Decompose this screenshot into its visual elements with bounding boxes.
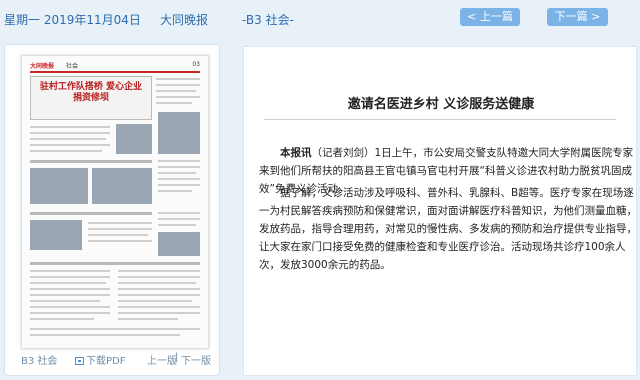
thumbnail-masthead: 大同晚报 社会 03	[30, 61, 200, 73]
thumbnail-text-line	[156, 78, 200, 80]
thumbnail-text-line	[30, 300, 100, 302]
title-divider	[264, 119, 616, 120]
prev-article-button[interactable]: < 上一篇	[460, 8, 520, 26]
page-tools: B3 社会 下载PDF 上一版 | 下一版	[5, 350, 221, 368]
top-bar: 星期一 2019年11月04日 大同晚报 -B3 社会- < 上一篇 下一篇 >	[0, 0, 640, 36]
article-lead: 本报讯	[280, 146, 312, 159]
thumbnail-text-line	[30, 132, 110, 134]
article-paragraph-2: 据了解，义诊活动涉及呼吸科、普外科、乳腺科、B超等。医疗专家在现场逐一为村民解答…	[259, 186, 637, 271]
thumbnail-photo	[30, 220, 82, 250]
thumbnail-page-number: 03	[192, 61, 200, 68]
thumbnail-photo	[30, 168, 88, 204]
thumbnail-text-line	[158, 218, 200, 220]
pdf-icon	[75, 357, 84, 365]
thumbnail-headline: 驻村工作队搭桥 爱心企业捐资修坝	[39, 82, 143, 103]
thumbnail-text-line	[88, 240, 152, 242]
thumbnail-text-line	[118, 288, 200, 290]
thumbnail-text-line	[118, 276, 200, 278]
thumbnail-text-line	[118, 318, 178, 320]
article-panel: 邀请名医进乡村 义诊服务送健康 本报讯（记者刘剑）1日上午，市公安局交警支队特邀…	[243, 46, 637, 376]
thumbnail-text-line	[158, 184, 200, 186]
thumbnail-text-line	[30, 138, 106, 140]
current-page-label: B3 社会	[21, 356, 58, 367]
thumbnail-text-line	[158, 212, 200, 214]
thumbnail-section: 社会	[66, 63, 79, 70]
thumbnail-text-line	[30, 318, 94, 320]
thumbnail-text-line	[88, 222, 152, 224]
thumbnail-subheading	[30, 212, 152, 215]
thumbnail-text-line	[30, 294, 110, 296]
article-title: 邀请名医进乡村 义诊服务送健康	[347, 97, 535, 112]
prev-page-link[interactable]: 上一版	[147, 352, 177, 367]
thumbnail-text-line	[30, 150, 102, 152]
next-article-button[interactable]: 下一篇 >	[547, 8, 608, 26]
thumbnail-text-line	[30, 334, 180, 336]
thumbnail-text-line	[30, 126, 110, 128]
thumbnail-photo	[92, 168, 152, 204]
thumbnail-text-line	[158, 178, 200, 180]
thumbnail-text-line	[158, 190, 192, 192]
thumbnail-photo	[158, 112, 200, 154]
thumbnail-subheading	[30, 160, 152, 163]
thumbnail-text-line	[88, 234, 148, 236]
next-page-link[interactable]: 下一版	[181, 352, 211, 367]
thumbnail-text-line	[30, 328, 200, 330]
page-section[interactable]: -B3 社会-	[242, 11, 294, 28]
thumbnail-text-line	[158, 160, 200, 162]
thumbnail-photo	[116, 124, 152, 154]
thumbnail-photo	[158, 232, 200, 256]
thumbnail-text-line	[30, 282, 106, 284]
thumbnail-text-line	[158, 224, 196, 226]
thumbnail-text-line	[30, 312, 110, 314]
thumbnail-text-line	[118, 294, 200, 296]
thumbnail-text-line	[118, 300, 192, 302]
page-thumbnail-panel: 大同晚报 社会 03 驻村工作队搭桥 爱心企业捐资修坝 B3 社会 下载PDF …	[4, 44, 220, 376]
thumbnail-subheading	[30, 262, 200, 265]
newspaper-name[interactable]: 大同晚报	[160, 11, 208, 28]
download-pdf-label: 下载PDF	[86, 356, 126, 367]
thumbnail-text-line	[156, 102, 192, 104]
thumbnail-text-line	[118, 270, 200, 272]
thumbnail-text-line	[30, 270, 110, 272]
thumbnail-text-line	[118, 306, 200, 308]
thumbnail-text-line	[156, 90, 196, 92]
thumbnail-text-line	[118, 312, 200, 314]
thumbnail-text-line	[158, 172, 196, 174]
thumbnail-logo: 大同晚报	[30, 63, 55, 70]
thumbnail-text-line	[30, 306, 110, 308]
thumbnail-text-line	[156, 84, 200, 86]
page-link-separator: |	[175, 352, 179, 363]
thumbnail-text-line	[158, 166, 200, 168]
thumbnail-text-line	[118, 282, 196, 284]
thumbnail-text-line	[30, 276, 110, 278]
issue-date: 星期一 2019年11月04日	[4, 13, 141, 27]
thumbnail-text-line	[156, 96, 200, 98]
thumbnail-text-line	[30, 144, 110, 146]
thumbnail-text-line	[88, 228, 152, 230]
thumbnail-text-line	[30, 288, 110, 290]
newspaper-page-thumbnail[interactable]: 大同晚报 社会 03 驻村工作队搭桥 爱心企业捐资修坝	[21, 55, 209, 349]
download-pdf-link[interactable]: 下载PDF	[75, 352, 125, 367]
